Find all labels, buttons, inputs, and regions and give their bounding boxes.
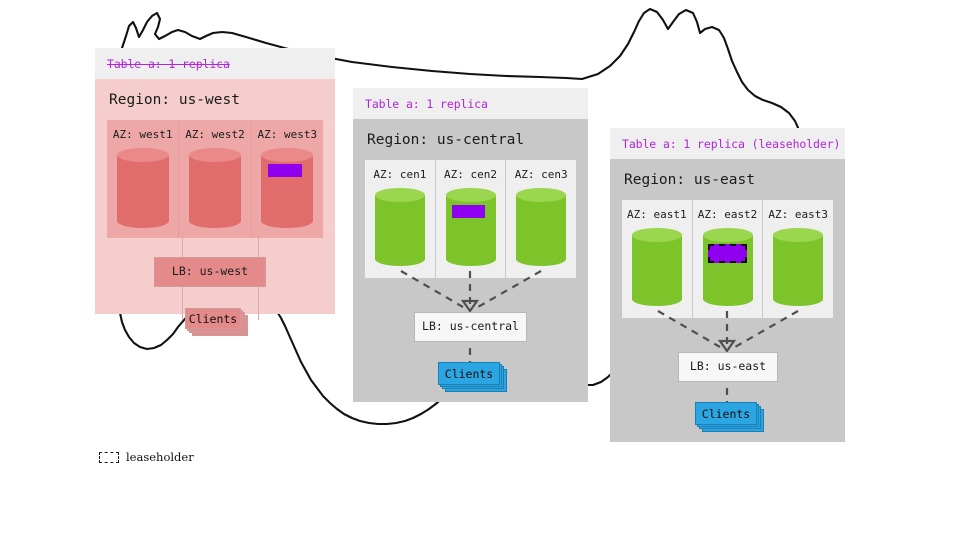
cylinder-top (374, 188, 425, 202)
cylinder-top (516, 188, 567, 202)
az-label-east1: AZ: east1 (627, 208, 687, 221)
az-panel-east3[interactable]: AZ: east3 (763, 200, 833, 318)
load-balancer-us-west[interactable]: LB: us-west (154, 257, 266, 287)
region-card-us-east[interactable]: Table a: 1 replica (leaseholder) Region:… (610, 128, 845, 442)
clients-label-us-central[interactable]: Clients (438, 362, 500, 385)
az-panel-west3[interactable]: AZ: west3 (252, 120, 323, 238)
cylinder-body (188, 155, 241, 221)
clients-stack-us-central[interactable]: Clients (438, 362, 508, 392)
az-panel-east1[interactable]: AZ: east1 (622, 200, 693, 318)
clients-label-us-west[interactable]: Clients (185, 308, 241, 329)
az-panel-east2[interactable]: AZ: east2 (693, 200, 764, 318)
az-strip-us-central: AZ: cen1 AZ: cen2 AZ: cen3 (365, 160, 576, 278)
az-label-west3: AZ: west3 (257, 128, 318, 141)
cylinder-top (445, 188, 496, 202)
connector-arrowhead (460, 299, 480, 313)
az-panel-cen2[interactable]: AZ: cen2 (436, 160, 507, 278)
clients-stack-us-west[interactable]: Clients (185, 308, 249, 336)
diagram-canvas: Table a: 1 replica Region: us-west AZ: w… (0, 0, 960, 540)
region-banner-us-central: Table a: 1 replica (353, 88, 588, 119)
az-label-cen3: AZ: cen3 (514, 168, 568, 181)
replica-chip-cen2[interactable] (451, 205, 485, 218)
load-balancer-us-central[interactable]: LB: us-central (414, 312, 527, 342)
cylinder-top (631, 228, 682, 242)
az-label-cen2: AZ: cen2 (444, 168, 497, 181)
cylinder-top (261, 148, 314, 162)
region-body-us-central: Region: us-central AZ: cen1 AZ: cen2 AZ:… (353, 119, 588, 402)
clients-stack-us-east[interactable]: Clients (695, 402, 765, 432)
az-panel-west2[interactable]: AZ: west2 (179, 120, 252, 238)
database-cylinder-cen1[interactable] (374, 188, 425, 266)
az-label-east2: AZ: east2 (697, 208, 758, 221)
cylinder-top (116, 148, 169, 162)
az-label-west1: AZ: west1 (112, 128, 173, 141)
az-panel-west1[interactable]: AZ: west1 (107, 120, 180, 238)
database-cylinder-east3[interactable] (773, 228, 824, 306)
legend-label: leaseholder (126, 450, 194, 464)
cylinder-body (631, 235, 682, 299)
legend: leaseholder (99, 450, 194, 464)
az-label-east3: AZ: east3 (768, 208, 828, 221)
database-cylinder-east1[interactable] (631, 228, 682, 306)
region-title-us-east: Region: us-east (624, 172, 755, 188)
database-cylinder-west3[interactable] (261, 148, 314, 228)
cylinder-body (374, 195, 425, 259)
database-cylinder-east2[interactable] (702, 228, 753, 306)
region-body-us-west: Region: us-west AZ: west1 AZ: west2 AZ: … (95, 79, 335, 336)
region-body-us-east: Region: us-east AZ: east1 AZ: east2 AZ: … (610, 159, 845, 442)
cylinder-body (116, 155, 169, 221)
clients-label-us-east[interactable]: Clients (695, 402, 757, 425)
database-cylinder-west1[interactable] (116, 148, 169, 228)
cylinder-top (773, 228, 824, 242)
az-label-west2: AZ: west2 (185, 128, 245, 141)
cylinder-body (516, 195, 567, 259)
cylinder-top (702, 228, 753, 242)
az-panel-cen1[interactable]: AZ: cen1 (365, 160, 436, 278)
cylinder-body (773, 235, 824, 299)
dashed-rectangle-icon (99, 451, 119, 463)
region-title-us-central: Region: us-central (367, 132, 525, 148)
region-banner-us-east: Table a: 1 replica (leaseholder) (610, 128, 845, 159)
az-panel-cen3[interactable]: AZ: cen3 (506, 160, 576, 278)
az-strip-us-east: AZ: east1 AZ: east2 AZ: east3 (622, 200, 833, 318)
region-banner-us-west: Table a: 1 replica (95, 48, 335, 79)
az-strip-us-west: AZ: west1 AZ: west2 AZ: west3 (107, 120, 323, 238)
load-balancer-us-east[interactable]: LB: us-east (678, 352, 778, 382)
region-title-us-west: Region: us-west (109, 92, 240, 108)
cylinder-top (188, 148, 241, 162)
database-cylinder-cen2[interactable] (445, 188, 496, 266)
replica-chip-west3[interactable] (268, 164, 303, 177)
connector-arrowhead (717, 339, 737, 353)
region-card-us-west[interactable]: Table a: 1 replica Region: us-west AZ: w… (95, 48, 335, 336)
replica-chip-leaseholder-east2[interactable] (707, 244, 747, 263)
region-card-us-central[interactable]: Table a: 1 replica Region: us-central AZ… (353, 88, 588, 402)
database-cylinder-cen3[interactable] (516, 188, 567, 266)
az-label-cen1: AZ: cen1 (373, 168, 427, 181)
database-cylinder-west2[interactable] (188, 148, 241, 228)
